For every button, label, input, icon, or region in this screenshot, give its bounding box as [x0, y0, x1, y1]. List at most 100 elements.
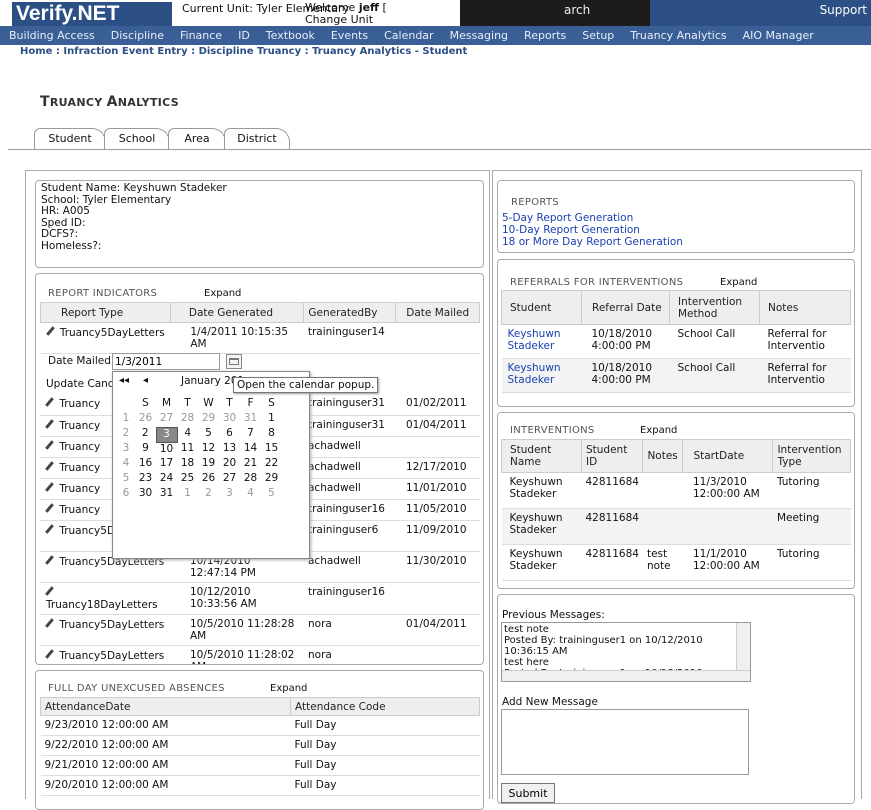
- col-referral-date[interactable]: Referral Date: [581, 290, 670, 325]
- calendar-day[interactable]: 20: [219, 457, 240, 472]
- calendar-day[interactable]: 3: [219, 487, 240, 502]
- calendar-day[interactable]: 26: [198, 472, 219, 487]
- edit-pencil-icon[interactable]: [46, 440, 56, 450]
- nav-reports[interactable]: Reports: [524, 29, 566, 42]
- edit-pencil-icon[interactable]: [46, 524, 56, 534]
- nav-finance[interactable]: Finance: [180, 29, 222, 42]
- calendar-day[interactable]: 31: [156, 487, 177, 502]
- calendar-day[interactable]: 4: [240, 487, 261, 502]
- calendar-day[interactable]: 29: [261, 472, 282, 487]
- col-notes[interactable]: Notes: [642, 439, 684, 473]
- calendar-day[interactable]: 30: [135, 487, 156, 502]
- date-mailed-input[interactable]: [112, 353, 220, 370]
- calendar-day[interactable]: 27: [219, 472, 240, 487]
- col-student-id[interactable]: Student ID: [580, 439, 644, 473]
- update-cancel-links[interactable]: Update Cance: [46, 378, 120, 390]
- vertical-scrollbar[interactable]: [736, 623, 750, 670]
- calendar-day[interactable]: 30: [219, 412, 240, 427]
- calendar-day[interactable]: 15: [261, 442, 282, 457]
- edit-pencil-icon[interactable]: [46, 649, 56, 659]
- calendar-day[interactable]: 28: [177, 412, 198, 427]
- new-message-input[interactable]: [501, 709, 749, 775]
- calendar-day[interactable]: 17: [156, 457, 177, 472]
- nav-building-access[interactable]: Building Access: [9, 29, 95, 42]
- calendar-day[interactable]: 25: [177, 472, 198, 487]
- calendar-day[interactable]: 18: [177, 457, 198, 472]
- cell-student-link[interactable]: Keyshuwn Stadeker: [501, 324, 582, 359]
- submit-button[interactable]: Submit: [501, 783, 555, 803]
- calendar-day[interactable]: 21: [240, 457, 261, 472]
- calendar-day[interactable]: 12: [198, 442, 219, 457]
- calendar-day[interactable]: 19: [198, 457, 219, 472]
- breadcrumb-infraction[interactable]: Infraction Event Entry: [63, 46, 187, 57]
- calendar-day[interactable]: 24: [156, 472, 177, 487]
- edit-pencil-icon[interactable]: [46, 461, 56, 471]
- nav-aio-manager[interactable]: AIO Manager: [743, 29, 814, 42]
- calendar-day[interactable]: 5: [261, 487, 282, 502]
- edit-pencil-icon[interactable]: [46, 618, 56, 628]
- support-link[interactable]: Support: [650, 0, 871, 26]
- calendar-day[interactable]: 1: [261, 412, 282, 427]
- calendar-day[interactable]: 7: [240, 427, 261, 442]
- col-intervention-method[interactable]: Intervention Method: [669, 290, 760, 325]
- edit-pencil-icon[interactable]: [46, 482, 56, 492]
- tab-school[interactable]: School: [104, 128, 170, 150]
- calendar-day[interactable]: 8: [261, 427, 282, 442]
- nav-calendar[interactable]: Calendar: [384, 29, 433, 42]
- nav-messaging[interactable]: Messaging: [450, 29, 508, 42]
- link-5-day-report[interactable]: 5-Day Report Generation: [502, 212, 633, 224]
- tab-student[interactable]: Student: [34, 128, 106, 150]
- nav-truancy-analytics[interactable]: Truancy Analytics: [630, 29, 726, 42]
- col-attendance-code[interactable]: Attendance Code: [290, 697, 480, 716]
- calendar-day[interactable]: 27: [156, 412, 177, 427]
- col-generated-by[interactable]: GeneratedBy: [303, 302, 397, 323]
- report-indicators-expand[interactable]: Expand: [204, 288, 241, 299]
- calendar-day[interactable]: 22: [261, 457, 282, 472]
- edit-pencil-icon[interactable]: [46, 555, 56, 565]
- breadcrumb-discipline-truancy[interactable]: Discipline Truancy: [199, 46, 302, 57]
- col-student[interactable]: Student: [501, 290, 582, 325]
- col-start-date[interactable]: StartDate: [682, 439, 774, 473]
- calendar-day[interactable]: 23: [135, 472, 156, 487]
- edit-pencil-icon[interactable]: [46, 419, 56, 429]
- calendar-day[interactable]: 4: [177, 427, 198, 442]
- col-date-mailed[interactable]: Date Mailed: [395, 302, 480, 323]
- calendar-day[interactable]: 5: [198, 427, 219, 442]
- calendar-day[interactable]: 10: [156, 442, 177, 457]
- calendar-day[interactable]: 16: [135, 457, 156, 472]
- calendar-day[interactable]: 9: [135, 442, 156, 457]
- breadcrumb-home[interactable]: Home: [20, 46, 52, 57]
- calendar-day[interactable]: 3: [155, 426, 178, 443]
- col-notes[interactable]: Notes: [759, 290, 851, 325]
- calendar-day[interactable]: 11: [177, 442, 198, 457]
- tab-area[interactable]: Area: [168, 128, 226, 150]
- horizontal-scrollbar[interactable]: [502, 670, 750, 681]
- calendar-day[interactable]: 26: [135, 412, 156, 427]
- calendar-day[interactable]: 2: [198, 487, 219, 502]
- prev-year-icon[interactable]: ◂◂: [119, 375, 129, 386]
- edit-pencil-icon[interactable]: [47, 326, 57, 336]
- nav-setup[interactable]: Setup: [582, 29, 614, 42]
- link-10-day-report[interactable]: 10-Day Report Generation: [502, 224, 640, 236]
- app-logo[interactable]: Verify.NET: [12, 2, 172, 26]
- nav-events[interactable]: Events: [331, 29, 368, 42]
- calendar-day[interactable]: 29: [198, 412, 219, 427]
- calendar-day[interactable]: 13: [219, 442, 240, 457]
- col-intervention-type[interactable]: Intervention Type: [772, 439, 851, 473]
- calendar-day[interactable]: 14: [240, 442, 261, 457]
- nav-discipline[interactable]: Discipline: [111, 29, 164, 42]
- col-report-type[interactable]: Report Type: [40, 302, 171, 323]
- referrals-expand[interactable]: Expand: [720, 277, 757, 288]
- calendar-day[interactable]: 28: [240, 472, 261, 487]
- prev-month-icon[interactable]: ◂: [143, 375, 148, 386]
- col-date-generated[interactable]: Date Generated: [169, 302, 305, 323]
- interventions-expand[interactable]: Expand: [640, 425, 677, 436]
- nav-id[interactable]: ID: [238, 29, 250, 42]
- edit-pencil-icon[interactable]: [46, 397, 56, 407]
- edit-pencil-icon[interactable]: [46, 503, 56, 513]
- search-box[interactable]: arch: [460, 0, 650, 26]
- tab-district[interactable]: District: [224, 128, 290, 150]
- edit-pencil-icon[interactable]: [46, 586, 56, 596]
- calendar-day[interactable]: 31: [240, 412, 261, 427]
- link-18-day-report[interactable]: 18 or More Day Report Generation: [502, 236, 683, 248]
